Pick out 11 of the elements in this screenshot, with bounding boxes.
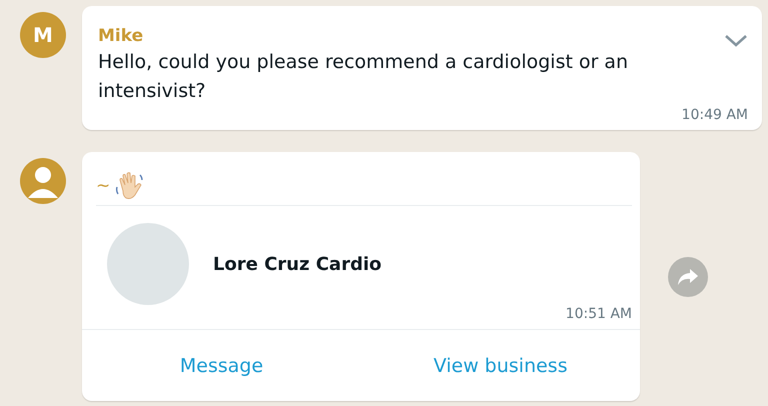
sender-name: Mike bbox=[98, 25, 144, 48]
message-text: Hello, could you please recommend a cardiologist or an intensivist? bbox=[98, 50, 629, 104]
message-time: 10:51 AM bbox=[564, 305, 632, 323]
avatar[interactable]: M bbox=[20, 12, 66, 58]
forward-icon[interactable] bbox=[668, 256, 708, 296]
action-link[interactable]: View business bbox=[361, 330, 640, 401]
contact-name: Lore Cruz Cardio bbox=[213, 252, 382, 276]
avatar-icon[interactable] bbox=[20, 158, 66, 204]
action-link[interactable]: Message bbox=[82, 330, 361, 401]
message-time: 10:49 AM bbox=[680, 106, 748, 124]
sender-name: ~ bbox=[96, 174, 110, 198]
